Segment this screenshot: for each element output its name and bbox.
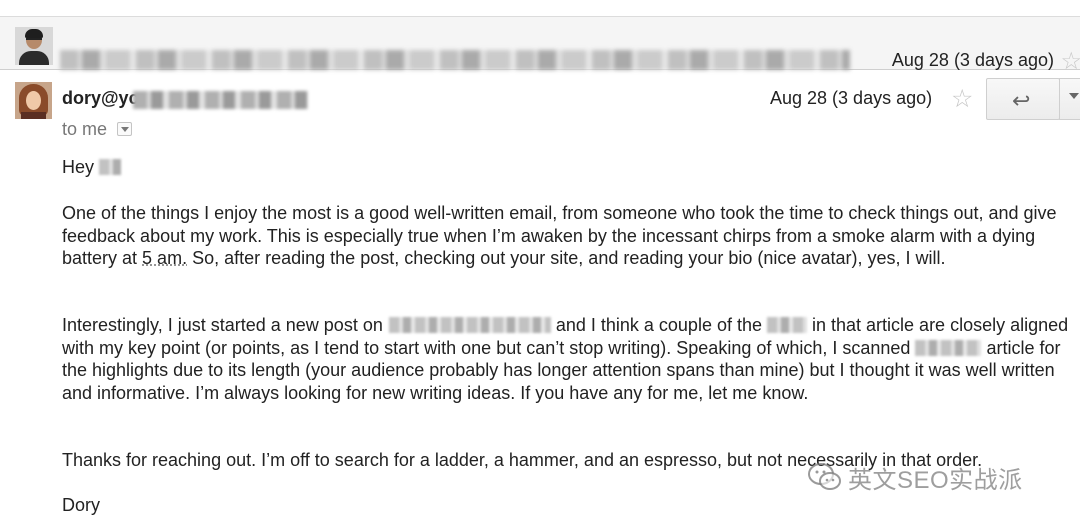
wechat-logo-icon <box>808 463 841 490</box>
redacted-snippet <box>60 50 850 70</box>
redacted-name <box>915 339 982 356</box>
more-actions-button[interactable] <box>1059 78 1080 120</box>
redacted-sender-address <box>133 91 308 109</box>
watermark: 英文SEO实战派 <box>808 459 1023 495</box>
sender-name[interactable]: dory@yc <box>62 88 139 109</box>
recipient-line: to me <box>62 119 108 139</box>
signature: Dory <box>62 495 101 515</box>
reply-arrow-icon: ↩ <box>1012 88 1031 113</box>
body-paragraph-1: One of the things I enjoy the most is a … <box>62 202 1072 270</box>
greeting-text: Hey <box>62 157 95 177</box>
paragraph-1-time: 5 am. <box>142 248 188 268</box>
star-icon[interactable]: ☆ <box>951 84 973 114</box>
redacted-word <box>767 317 807 333</box>
watermark-text: 英文SEO实战派 <box>848 466 1023 494</box>
collapsed-message-date: Aug 28 (3 days ago) <box>891 50 1054 70</box>
details-toggle-icon[interactable] <box>117 122 132 136</box>
sender-avatar <box>15 82 52 119</box>
chevron-down-icon <box>1069 93 1079 99</box>
reply-button[interactable]: ↩ <box>986 78 1060 120</box>
collapsed-sender-avatar <box>15 27 53 65</box>
paragraph-2-text-a: Interestingly, I just started a new post… <box>62 315 383 335</box>
redacted-link <box>388 317 551 333</box>
message-date: Aug 28 (3 days ago) <box>770 88 933 108</box>
paragraph-1-text-b: So, after reading the post, checking out… <box>187 248 946 268</box>
body-paragraph-2: Interestingly, I just started a new post… <box>62 314 1072 404</box>
redacted-name <box>99 159 122 175</box>
star-icon[interactable]: ☆ <box>1060 47 1080 76</box>
collapsed-message-row[interactable]: Aug 28 (3 days ago) ☆ <box>0 16 1080 75</box>
greeting-line: Hey <box>62 156 1072 179</box>
paragraph-2-text-b: and I think a couple of the <box>550 315 767 335</box>
